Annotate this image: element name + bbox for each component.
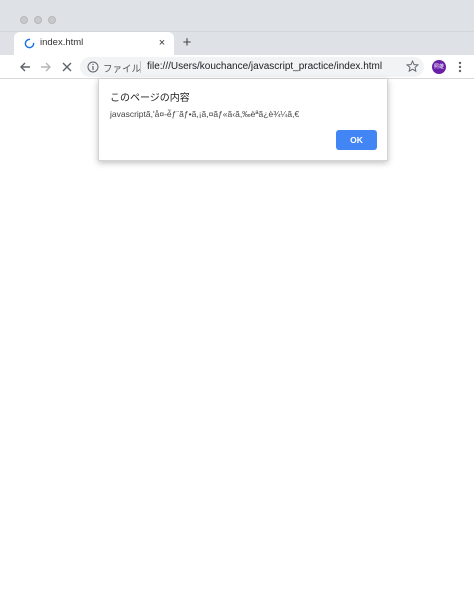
window-controls <box>20 16 56 24</box>
loading-spinner-icon <box>24 38 35 49</box>
title-bar <box>0 0 474 32</box>
new-tab-button[interactable]: + <box>180 35 194 51</box>
toolbar: ファイル file:///Users/kouchance/javascript_… <box>0 55 474 79</box>
info-icon[interactable] <box>87 61 99 73</box>
stop-button[interactable] <box>59 59 75 75</box>
tab-strip: index.html × + <box>0 32 474 55</box>
browser-window: index.html × + ファイル file:///Users/koucha… <box>0 0 474 593</box>
arrow-left-icon <box>20 62 30 72</box>
omnibox-divider <box>140 61 141 73</box>
close-window-button[interactable] <box>20 16 28 24</box>
back-button[interactable] <box>17 59 33 75</box>
arrow-right-icon <box>41 62 51 72</box>
tab-title: index.html <box>40 37 84 48</box>
avatar[interactable]: 照雄 <box>432 60 446 74</box>
dialog-message: javascriptã,'å¤-é̃ƒ¨ãƒ•ã,¡ã,¤ãƒ«ã‹ã,‰èª­… <box>110 109 300 119</box>
tab-index[interactable]: index.html × <box>14 32 174 55</box>
forward-button[interactable] <box>38 59 54 75</box>
url-text[interactable]: file:///Users/kouchance/javascript_pract… <box>147 61 382 72</box>
dialog-title: このページの内容 <box>110 93 190 104</box>
kebab-menu-icon[interactable] <box>455 60 465 74</box>
scheme-label: ファイル <box>103 64 142 75</box>
alert-dialog: このページの内容 javascriptã,'å¤-é̃ƒ¨ãƒ•ã,¡ã,¤ãƒ… <box>98 79 388 161</box>
ok-button[interactable]: OK <box>336 130 377 150</box>
minimize-window-button[interactable] <box>34 16 42 24</box>
star-icon[interactable] <box>406 60 419 73</box>
zoom-window-button[interactable] <box>48 16 56 24</box>
close-icon <box>62 62 72 72</box>
address-bar[interactable]: ファイル file:///Users/kouchance/javascript_… <box>80 57 424 77</box>
tab-close-button[interactable]: × <box>156 36 168 50</box>
